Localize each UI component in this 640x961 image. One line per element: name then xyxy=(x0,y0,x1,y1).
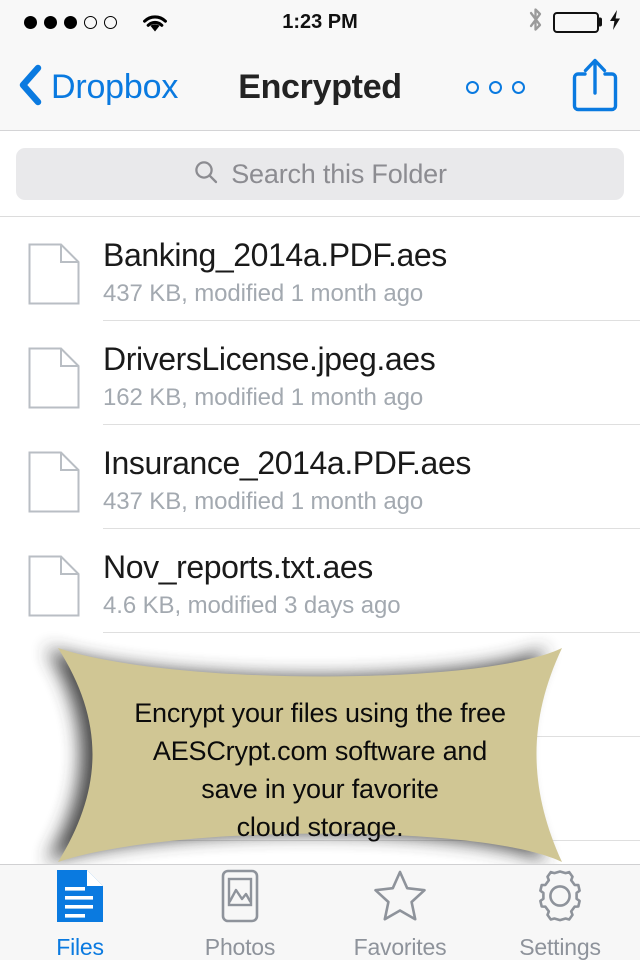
page-title-text: Encrypted xyxy=(238,68,402,106)
search-icon xyxy=(193,159,219,190)
document-icon xyxy=(28,347,80,414)
status-bar-right-icons xyxy=(527,0,622,44)
battery-icon xyxy=(553,11,602,33)
tab-favorites[interactable]: Favorites xyxy=(320,865,480,960)
navigation-bar: Dropbox Encrypted xyxy=(0,44,640,131)
file-info: DriversLicense.jpeg.aes 162 KB, modified… xyxy=(103,338,630,415)
file-name: Nov_reports.txt.aes xyxy=(103,549,373,585)
document-icon xyxy=(28,451,80,518)
three-dots-icon xyxy=(466,81,479,94)
table-row[interactable]: DriversLicense.jpeg.aes 162 KB, modified… xyxy=(0,321,640,425)
tab-bar: Files Photos Favorites Settings xyxy=(0,864,640,960)
search-placeholder: Search this Folder xyxy=(231,158,447,189)
file-meta: 162 KB, modified 1 month ago xyxy=(103,384,424,411)
search-input[interactable]: Search this Folder xyxy=(16,148,624,200)
table-row[interactable]: Nov_reports.txt.aes 4.6 KB, modified 3 d… xyxy=(0,529,640,633)
more-options-button[interactable] xyxy=(466,44,525,131)
file-meta: 437 KB, modified 1 month ago xyxy=(103,488,424,515)
file-info: Nov_reports.txt.aes 4.6 KB, modified 3 d… xyxy=(103,546,630,623)
files-document-icon xyxy=(55,868,105,929)
table-row[interactable]: Insurance_2014a.PDF.aes 437 KB, modified… xyxy=(0,425,640,529)
tab-settings[interactable]: Settings xyxy=(480,865,640,960)
file-name: DriversLicense.jpeg.aes xyxy=(103,341,436,377)
banner-line: Encrypt your files using the free xyxy=(134,698,506,728)
document-icon xyxy=(28,243,80,310)
status-bar: 1:23 PM xyxy=(0,0,640,44)
banner-text: Encrypt your files using the free AESCry… xyxy=(0,694,640,846)
clock-time: 1:23 PM xyxy=(282,10,358,33)
gear-icon xyxy=(533,868,587,929)
table-row[interactable]: Banking_2014a.PDF.aes 437 KB, modified 1… xyxy=(0,217,640,321)
share-icon xyxy=(572,57,618,118)
tab-photos[interactable]: Photos xyxy=(160,865,320,960)
file-name: Insurance_2014a.PDF.aes xyxy=(103,445,471,481)
tab-label-favorites: Favorites xyxy=(353,934,447,960)
banner-line: save in your favorite xyxy=(201,774,439,804)
tab-label-photos: Photos xyxy=(204,934,276,960)
tab-label-files: Files xyxy=(56,934,104,960)
banner-line: AESCrypt.com software and xyxy=(152,736,488,766)
file-info: Insurance_2014a.PDF.aes 437 KB, modified… xyxy=(103,442,630,519)
file-info: Banking_2014a.PDF.aes 437 KB, modified 1… xyxy=(103,234,630,311)
star-icon xyxy=(373,868,427,929)
file-meta: 4.6 KB, modified 3 days ago xyxy=(103,592,401,619)
three-dots-icon xyxy=(489,81,502,94)
share-button[interactable] xyxy=(572,44,618,131)
three-dots-icon xyxy=(512,81,525,94)
page-title: Encrypted xyxy=(0,44,640,131)
banner-line: cloud storage. xyxy=(236,812,404,842)
tab-files[interactable]: Files xyxy=(0,865,160,960)
file-meta: 437 KB, modified 1 month ago xyxy=(103,280,424,307)
file-name: Banking_2014a.PDF.aes xyxy=(103,237,447,273)
bluetooth-icon xyxy=(527,6,544,38)
search-bar-container: Search this Folder xyxy=(0,131,640,217)
tab-label-settings: Settings xyxy=(519,934,601,960)
lightning-bolt-icon xyxy=(608,9,622,36)
photos-image-icon xyxy=(215,868,265,929)
document-icon xyxy=(28,555,80,622)
